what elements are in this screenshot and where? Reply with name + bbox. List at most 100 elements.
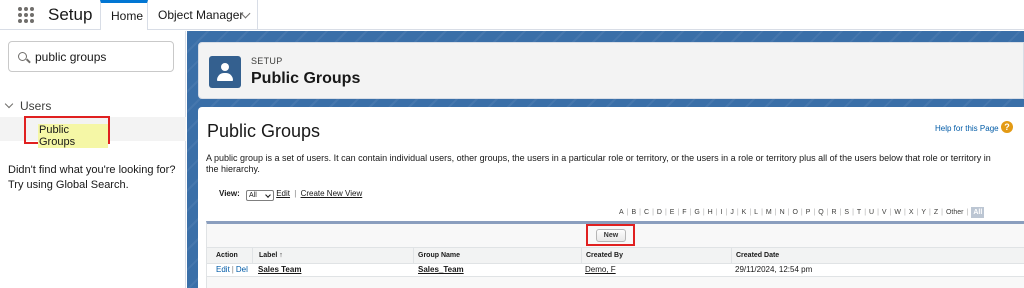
not-found-message: Didn't find what you're looking for? xyxy=(8,164,176,176)
column-header-label[interactable]: Label ↑ xyxy=(252,247,413,263)
edit-link[interactable]: Edit xyxy=(216,265,230,274)
separator: | xyxy=(231,265,234,274)
alpha-filter-x[interactable]: X xyxy=(909,209,914,216)
alpha-separator: | xyxy=(774,209,777,216)
global-search-hint: Try using Global Search. xyxy=(8,179,129,191)
description: A public group is a set of users. It can… xyxy=(206,153,991,174)
alpha-filter-h[interactable]: H xyxy=(708,209,713,216)
column-header-created-date[interactable]: Created Date xyxy=(731,247,1024,263)
content-panel: Public Groups Help for this Page ? A pub… xyxy=(198,107,1024,288)
page-header: SETUP Public Groups xyxy=(198,42,1024,99)
new-button[interactable]: New xyxy=(596,229,626,242)
alphabet-filter: A | B | C | D | E | F | G | H | I | J | K | L | M | N | O | P | Q | R | S | T |… xyxy=(619,207,985,218)
alpha-filter-w[interactable]: W xyxy=(894,209,901,216)
search-input[interactable]: public groups xyxy=(35,50,106,64)
chevron-down-icon[interactable] xyxy=(4,99,14,109)
content-title: Public Groups xyxy=(207,121,321,141)
alpha-filter-other[interactable]: Other xyxy=(946,209,964,216)
tree-group-users[interactable]: Users xyxy=(4,99,52,113)
help-icon[interactable]: ? xyxy=(1001,121,1013,133)
setup-sidebar: public groups Users Public Groups Didn't… xyxy=(0,31,186,288)
alpha-filter-s[interactable]: S xyxy=(844,209,849,216)
tree-item-public-groups[interactable]: Public Groups xyxy=(24,116,110,148)
alpha-separator: | xyxy=(800,209,803,216)
quick-find-search[interactable]: public groups xyxy=(8,41,174,72)
alpha-separator: | xyxy=(826,209,829,216)
app-launcher-icon[interactable] xyxy=(18,7,34,23)
alpha-filter-j[interactable]: J xyxy=(730,209,734,216)
cell-created-by-link[interactable]: Demo, F xyxy=(585,264,616,276)
alpha-separator: | xyxy=(725,209,728,216)
app-name: Setup xyxy=(48,5,93,24)
column-header-created-by[interactable]: Created By xyxy=(581,247,731,263)
alpha-filter-q[interactable]: Q xyxy=(818,209,823,216)
alpha-filter-p[interactable]: P xyxy=(806,209,811,216)
tab-object-manager[interactable]: Object Manager xyxy=(148,0,258,30)
alpha-filter-f[interactable]: F xyxy=(682,209,686,216)
delete-link[interactable]: Del xyxy=(236,265,248,274)
alpha-separator: | xyxy=(761,209,763,216)
alpha-filter-i[interactable]: I xyxy=(721,209,723,216)
alpha-filter-u[interactable]: U xyxy=(869,209,874,216)
alpha-filter-e[interactable]: E xyxy=(670,209,675,216)
alpha-filter-y[interactable]: Y xyxy=(921,209,926,216)
alpha-separator: | xyxy=(702,209,705,216)
column-header-action: Action xyxy=(207,247,252,263)
alpha-filter-n[interactable]: N xyxy=(780,209,785,216)
alpha-separator: | xyxy=(852,209,854,216)
column-header-group-name[interactable]: Group Name xyxy=(413,247,581,263)
alpha-separator: | xyxy=(839,209,842,216)
tree-group-label: Users xyxy=(20,99,52,113)
alpha-separator: | xyxy=(639,209,641,216)
alpha-filter-l[interactable]: L xyxy=(754,209,758,216)
separator: | xyxy=(294,189,297,198)
global-header: Setup Home Object Manager xyxy=(0,0,1024,30)
alpha-filter-d[interactable]: D xyxy=(657,209,662,216)
cell-label-link[interactable]: Sales Team xyxy=(258,264,301,276)
alpha-filter-m[interactable]: M xyxy=(766,209,772,216)
search-icon xyxy=(18,52,27,61)
alpha-separator: | xyxy=(864,209,867,216)
alpha-filter-o[interactable]: O xyxy=(792,209,797,216)
alpha-separator: | xyxy=(813,209,816,216)
alpha-separator: | xyxy=(787,209,790,216)
alpha-filter-b[interactable]: B xyxy=(632,209,637,216)
page-title: Public Groups xyxy=(251,70,361,87)
alpha-separator: | xyxy=(916,209,919,216)
alpha-separator: | xyxy=(889,209,892,216)
alpha-filter-r[interactable]: R xyxy=(832,209,837,216)
alpha-separator: | xyxy=(664,209,667,216)
alpha-separator: | xyxy=(626,209,629,216)
cell-group-name-link[interactable]: Sales_Team xyxy=(418,264,464,276)
create-new-view-link[interactable]: Create New View xyxy=(301,189,363,198)
help-link[interactable]: Help for this Page xyxy=(935,124,999,133)
breadcrumb: SETUP xyxy=(251,56,283,66)
tree-item-label[interactable]: Public Groups xyxy=(38,124,108,148)
alpha-separator: | xyxy=(749,209,752,216)
alpha-filter-a[interactable]: A xyxy=(619,209,624,216)
alpha-separator: | xyxy=(677,209,680,216)
view-selector-row: View: All Edit | Create New View xyxy=(219,189,363,201)
alpha-separator: | xyxy=(941,209,943,216)
alpha-separator: | xyxy=(877,209,879,216)
tab-object-manager-label: Object Manager xyxy=(158,8,244,22)
alpha-separator: | xyxy=(904,209,906,216)
alpha-separator: | xyxy=(715,209,718,216)
edit-view-link[interactable]: Edit xyxy=(276,189,290,198)
view-select[interactable]: All xyxy=(245,190,274,201)
alpha-filter-z[interactable]: Z xyxy=(934,209,938,216)
alpha-filter-all[interactable]: All xyxy=(971,207,985,218)
alpha-separator: | xyxy=(966,209,969,216)
alpha-filter-c[interactable]: C xyxy=(644,209,649,216)
alpha-filter-g[interactable]: G xyxy=(694,209,699,216)
alpha-separator: | xyxy=(689,209,692,216)
alpha-separator: | xyxy=(736,209,739,216)
alpha-filter-v[interactable]: V xyxy=(882,209,887,216)
tab-home[interactable]: Home xyxy=(100,0,148,30)
alpha-filter-t[interactable]: T xyxy=(857,209,861,216)
cell-created-date: 29/11/2024, 12:54 pm xyxy=(735,265,813,274)
alpha-separator: | xyxy=(929,209,931,216)
alpha-filter-k[interactable]: K xyxy=(742,209,747,216)
alpha-separator: | xyxy=(652,209,654,216)
user-group-icon xyxy=(209,56,241,88)
